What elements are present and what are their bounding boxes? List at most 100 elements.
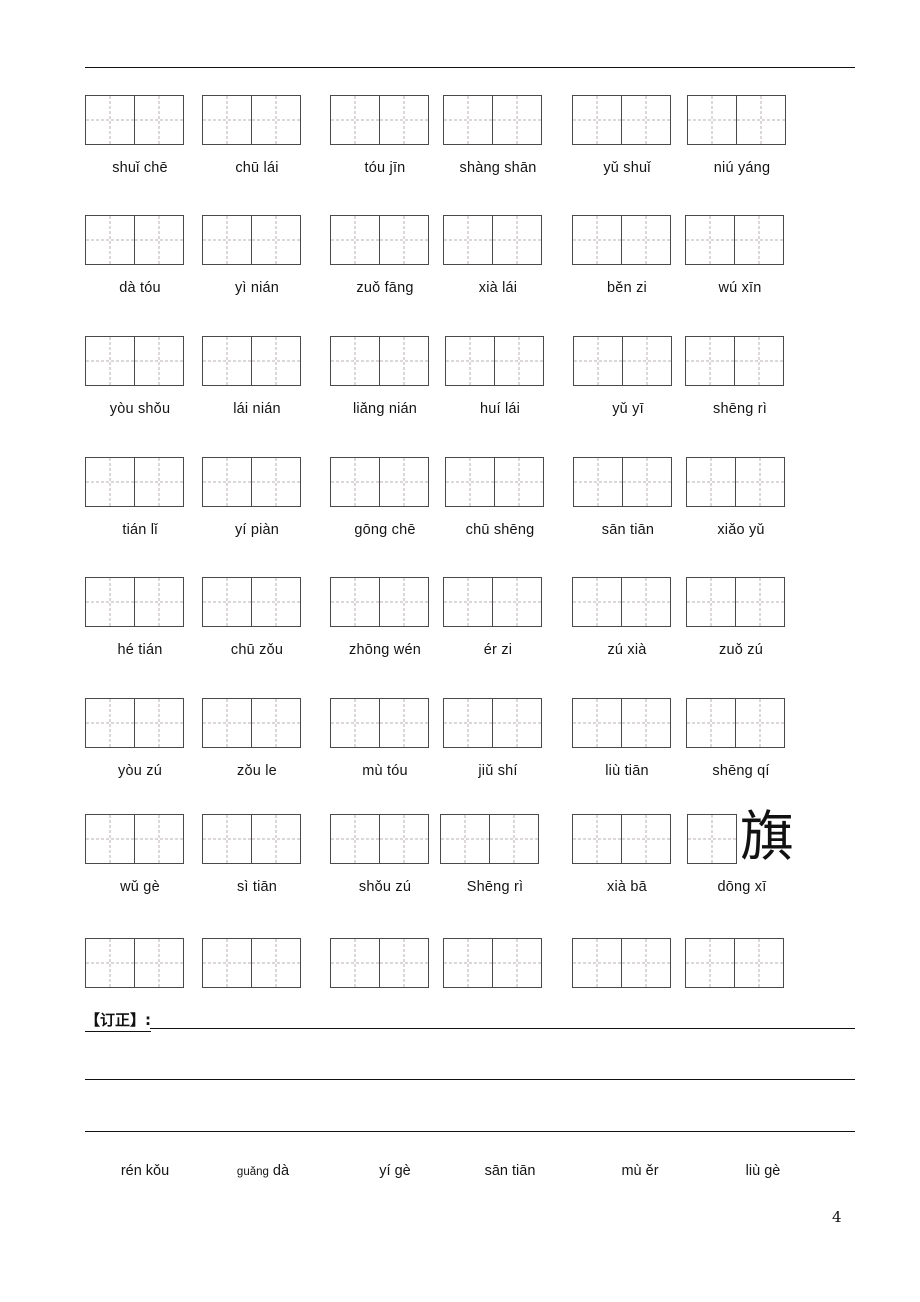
exercise-cell[interactable]: yòu zú (85, 698, 184, 778)
writing-square[interactable] (379, 96, 428, 144)
writing-square[interactable] (134, 337, 183, 385)
tianzige-box[interactable] (202, 95, 301, 145)
exercise-cell[interactable]: yì nián (202, 215, 301, 295)
writing-square[interactable] (573, 815, 621, 863)
tianzige-box[interactable] (85, 577, 184, 627)
writing-square[interactable] (573, 578, 621, 626)
exercise-cell[interactable]: xià bā (572, 814, 671, 894)
tianzige-box[interactable] (443, 938, 542, 988)
writing-square[interactable] (621, 96, 670, 144)
tianzige-box[interactable] (440, 814, 539, 864)
writing-square[interactable] (379, 939, 428, 987)
exercise-cell[interactable] (85, 938, 184, 988)
writing-square[interactable] (251, 458, 300, 506)
writing-square[interactable] (203, 96, 251, 144)
writing-square[interactable] (574, 458, 622, 506)
tianzige-box[interactable] (443, 698, 542, 748)
writing-square[interactable] (86, 815, 134, 863)
writing-square[interactable] (688, 96, 736, 144)
writing-square[interactable] (331, 458, 379, 506)
tianzige-box[interactable] (445, 457, 544, 507)
writing-square[interactable] (379, 699, 428, 747)
exercise-cell[interactable]: tián lǐ (85, 457, 184, 537)
writing-square[interactable] (86, 578, 134, 626)
tianzige-box[interactable] (85, 698, 184, 748)
exercise-cell[interactable]: sì tiān (202, 814, 301, 894)
tianzige-box[interactable] (686, 577, 785, 627)
tianzige-box[interactable] (572, 814, 671, 864)
tianzige-box[interactable] (443, 95, 542, 145)
exercise-cell[interactable]: běn zi (572, 215, 671, 295)
writing-square[interactable] (444, 578, 492, 626)
writing-square[interactable] (203, 337, 251, 385)
exercise-cell[interactable]: ér zi (443, 577, 542, 657)
exercise-cell[interactable]: zuǒ fāng (330, 215, 429, 295)
writing-square[interactable] (444, 939, 492, 987)
exercise-cell[interactable]: zhōng wén (330, 577, 429, 657)
writing-square[interactable] (736, 96, 785, 144)
exercise-cell[interactable] (572, 938, 671, 988)
tianzige-box[interactable] (330, 814, 429, 864)
writing-square[interactable] (86, 458, 134, 506)
writing-square[interactable] (251, 815, 300, 863)
tianzige-box[interactable] (687, 814, 737, 864)
exercise-cell[interactable]: yǔ yī (573, 336, 672, 416)
exercise-cell[interactable] (685, 938, 784, 988)
writing-square[interactable] (331, 939, 379, 987)
exercise-cell[interactable]: jiǔ shí (443, 698, 542, 778)
exercise-cell[interactable]: shēng rì (685, 336, 784, 416)
writing-square[interactable] (686, 216, 734, 264)
writing-square[interactable] (573, 939, 621, 987)
tianzige-box[interactable] (330, 95, 429, 145)
exercise-cell[interactable]: huí lái (445, 336, 544, 416)
writing-square[interactable] (573, 699, 621, 747)
tianzige-box[interactable] (330, 577, 429, 627)
writing-square[interactable] (251, 216, 300, 264)
exercise-cell[interactable]: shàng shān (443, 95, 542, 175)
writing-square[interactable] (735, 699, 784, 747)
tianzige-box[interactable] (445, 336, 544, 386)
writing-square[interactable] (331, 216, 379, 264)
exercise-cell[interactable]: dà tóu (85, 215, 184, 295)
writing-square[interactable] (203, 815, 251, 863)
writing-square[interactable] (621, 216, 670, 264)
exercise-cell[interactable]: wǔ gè (85, 814, 184, 894)
exercise-cell[interactable]: tóu jīn (330, 95, 429, 175)
writing-square[interactable] (331, 96, 379, 144)
tianzige-box[interactable] (572, 215, 671, 265)
writing-square[interactable] (687, 699, 735, 747)
writing-square[interactable] (251, 699, 300, 747)
tianzige-box[interactable] (572, 577, 671, 627)
tianzige-box[interactable] (443, 577, 542, 627)
tianzige-box[interactable] (330, 336, 429, 386)
tianzige-box[interactable] (685, 336, 784, 386)
writing-square[interactable] (379, 815, 428, 863)
tianzige-box[interactable] (85, 215, 184, 265)
tianzige-box[interactable] (686, 698, 785, 748)
tianzige-box[interactable] (202, 336, 301, 386)
writing-square[interactable] (379, 216, 428, 264)
writing-square[interactable] (444, 96, 492, 144)
tianzige-box[interactable] (330, 457, 429, 507)
tianzige-box[interactable] (330, 215, 429, 265)
writing-square[interactable] (492, 96, 541, 144)
writing-square[interactable] (86, 216, 134, 264)
writing-square[interactable] (735, 458, 784, 506)
writing-square[interactable] (444, 699, 492, 747)
tianzige-box[interactable] (202, 814, 301, 864)
writing-square[interactable] (251, 939, 300, 987)
exercise-cell[interactable]: liù tiān (572, 698, 671, 778)
tianzige-box[interactable] (685, 938, 784, 988)
exercise-cell[interactable]: chū shēng (445, 457, 544, 537)
writing-square[interactable] (621, 939, 670, 987)
writing-square[interactable] (441, 815, 489, 863)
writing-square[interactable] (331, 699, 379, 747)
writing-square[interactable] (203, 458, 251, 506)
exercise-cell[interactable]: wú xīn (685, 215, 784, 295)
exercise-cell[interactable]: zuǒ zú (686, 577, 785, 657)
writing-square[interactable] (573, 216, 621, 264)
writing-square[interactable] (379, 578, 428, 626)
exercise-cell[interactable]: hé tián (85, 577, 184, 657)
tianzige-box[interactable] (573, 336, 672, 386)
exercise-cell[interactable]: zú xià (572, 577, 671, 657)
